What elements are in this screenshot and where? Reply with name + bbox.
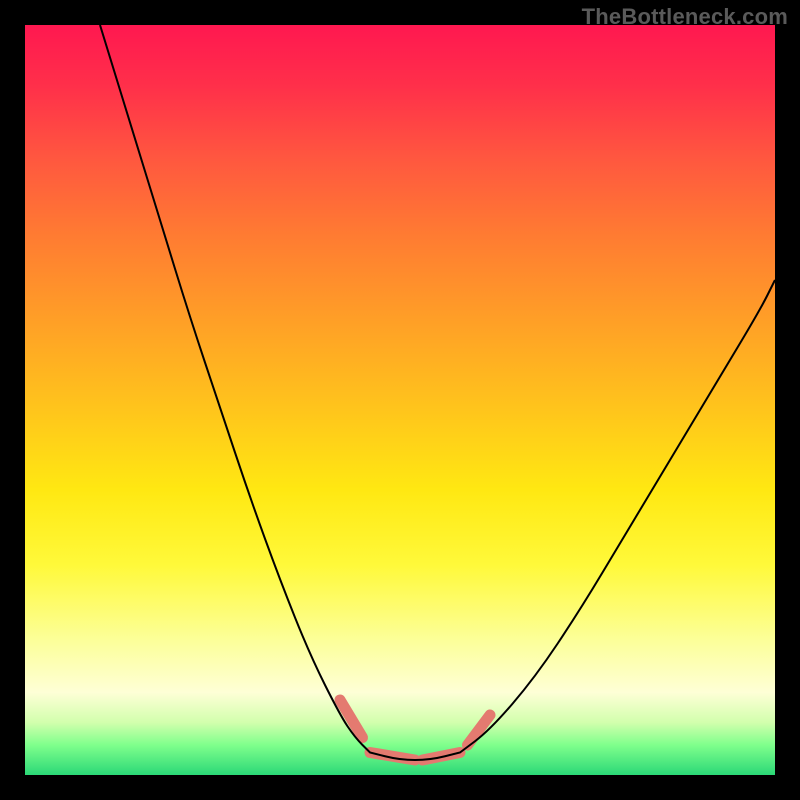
bottleneck-curve [100,25,775,760]
valley-marker-group [340,700,490,760]
curve-layer [25,25,775,775]
chart-frame: TheBottleneck.com [0,0,800,800]
plot-area [25,25,775,775]
